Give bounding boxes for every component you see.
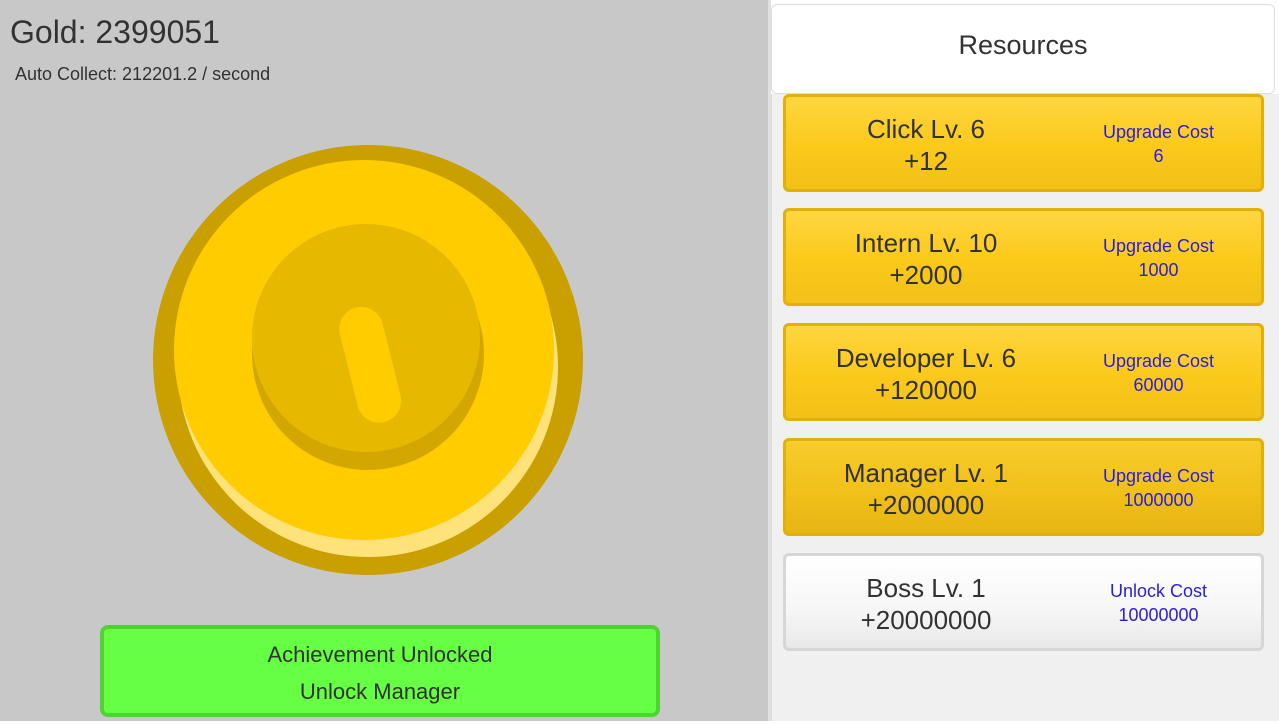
auto-collect-rate: Auto Collect: 212201.2 / second [15,64,271,84]
gold-coin-icon [153,145,583,575]
resource-card-click[interactable]: Click Lv. 6 +12 Upgrade Cost 6 [783,94,1264,192]
resource-cost-value: 1000000 [1123,490,1194,510]
resource-name: Boss Lv. 1 [866,573,986,603]
resource-cost-value: 60000 [1133,375,1184,395]
resource-card-manager[interactable]: Manager Lv. 1 +2000000 Upgrade Cost 1000… [783,438,1264,536]
resource-name: Click Lv. 6 [867,114,985,144]
achievement-banner: Achievement Unlocked Unlock Manager [100,625,660,717]
bottom-edge [0,721,1279,725]
resource-card-developer[interactable]: Developer Lv. 6 +120000 Upgrade Cost 600… [783,323,1264,421]
resource-gain: +20000000 [860,605,992,635]
resource-cost-label: Upgrade Cost [1102,122,1215,142]
resource-card-intern[interactable]: Intern Lv. 10 +2000 Upgrade Cost 1000 [783,208,1264,306]
resource-cost-label: Unlock Cost [1109,581,1208,601]
resource-name: Intern Lv. 10 [854,228,998,258]
resource-cost-label: Upgrade Cost [1102,351,1215,371]
resource-cost-value: 1000 [1138,260,1179,280]
resources-list[interactable]: Click Lv. 6 +12 Upgrade Cost 6 Intern Lv… [771,94,1279,725]
game-area: Gold: 2399051 Auto Collect: 212201.2 / s… [0,0,768,721]
resource-name: Developer Lv. 6 [835,343,1017,373]
achievement-detail: Unlock Manager [299,679,461,704]
resource-card-boss[interactable]: Boss Lv. 1 +20000000 Unlock Cost 1000000… [783,553,1264,651]
game-screen: Gold: 2399051 Auto Collect: 212201.2 / s… [0,0,1279,725]
resource-gain: +12 [903,146,949,176]
resource-cost-value: 10000000 [1118,605,1199,625]
resource-gain: +2000000 [867,490,985,520]
achievement-title: Achievement Unlocked [267,642,493,667]
resource-cost-label: Upgrade Cost [1102,236,1215,256]
resource-cost-label: Upgrade Cost [1102,466,1215,486]
resource-name: Manager Lv. 1 [843,458,1009,488]
resource-gain: +2000 [889,260,963,290]
resource-gain: +120000 [875,375,977,405]
resource-cost-value: 6 [1153,146,1164,166]
gold-counter: Gold: 2399051 [10,14,220,50]
coin-button[interactable] [150,142,590,582]
resources-header: Resources [771,4,1275,94]
